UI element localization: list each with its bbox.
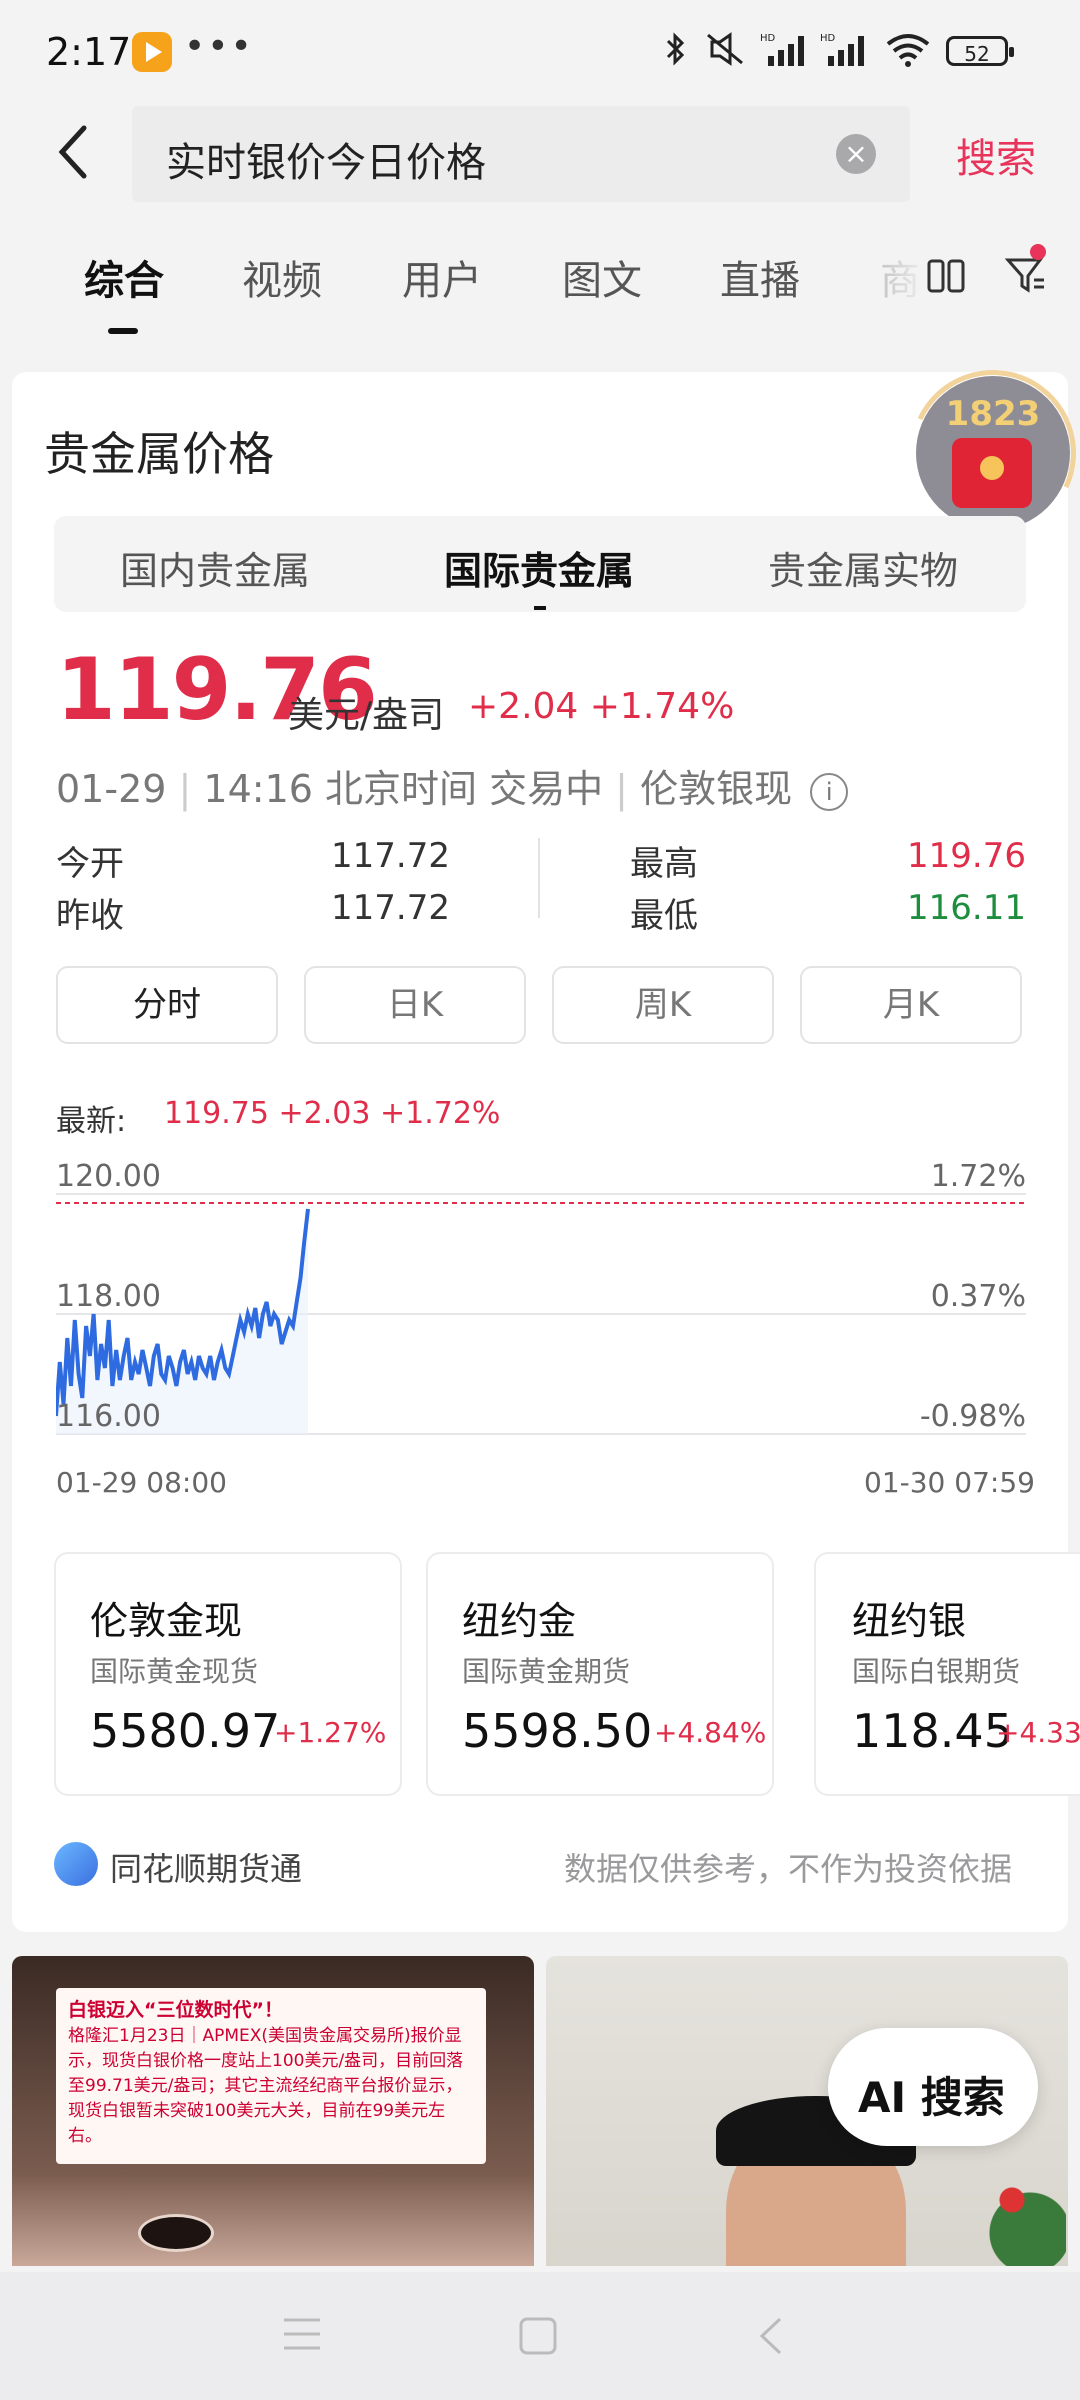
battery-icon: 52	[946, 36, 1014, 66]
x-axis-start: 01-29 08:00	[56, 1466, 227, 1499]
quote-time: 14:16 北京时间 交易中	[203, 767, 604, 811]
instrument-name: 伦敦银现	[640, 767, 793, 811]
y-tick-right: -0.98%	[920, 1399, 1026, 1434]
red-envelope-reward[interactable]: 1823	[886, 346, 1080, 560]
mini-subtitle: 国际黄金现货	[90, 1655, 259, 1688]
market-segment-control: 国内贵金属 国际贵金属 贵金属实物	[54, 516, 1026, 612]
news-overlay: 白银迈入“三位数时代”！ 格隆汇1月23日｜APMEX(美国贵金属交易所)报价显…	[56, 1988, 486, 2164]
disclaimer: 数据仅供参考，不作为投资依据	[564, 1850, 1013, 1888]
latest-label: 最新:	[56, 1104, 127, 1139]
bluetooth-icon	[660, 32, 690, 74]
search-input[interactable]: 实时银价今日价格 ×	[132, 106, 910, 202]
plant-image	[976, 2156, 1066, 2266]
svg-text:HD: HD	[820, 33, 836, 44]
mini-change: +4.84%	[654, 1716, 767, 1749]
system-nav-bar	[0, 2272, 1080, 2400]
signal-icon: HD	[760, 32, 812, 76]
status-time: 2:17	[46, 30, 132, 74]
latest-value: 119.75 +2.03 +1.72%	[164, 1096, 501, 1131]
app-notification-icon	[132, 32, 172, 72]
high-value: 119.76	[907, 836, 1026, 876]
menu-icon[interactable]	[282, 2316, 322, 2352]
tab-indicator	[108, 328, 138, 334]
segment-physical[interactable]: 贵金属实物	[768, 540, 958, 595]
quote-meta: 01-29 | 14:16 北京时间 交易中 | 伦敦银现 i	[56, 758, 849, 813]
clear-icon[interactable]: ×	[836, 134, 876, 174]
price-change: +2.04 +1.74%	[468, 686, 735, 727]
info-icon[interactable]: i	[810, 772, 849, 811]
low-label: 最低	[630, 896, 698, 936]
y-tick-right: 0.37%	[931, 1279, 1026, 1314]
intraday-chart: 120.00 118.00 116.00 1.72% 0.37% -0.98%	[56, 1159, 1026, 1435]
tab-users[interactable]: 用户	[402, 248, 482, 306]
mini-card-ny-silver[interactable]: 纽约银 国际白银期货 118.45 +4.33	[814, 1552, 1080, 1796]
svg-text:HD: HD	[760, 33, 776, 44]
layout-toggle-icon[interactable]	[926, 256, 966, 296]
prev-close-label: 昨收	[56, 896, 124, 936]
mini-card-london-gold[interactable]: 伦敦金现 国际黄金现货 5580.97 +1.27%	[54, 1552, 402, 1796]
y-tick-right: 1.72%	[931, 1159, 1026, 1194]
filter-notification-dot	[1030, 244, 1046, 260]
feed-thumbnail-silver-news[interactable]: 白银迈入“三位数时代”！ 格隆汇1月23日｜APMEX(美国贵金属交易所)报价显…	[12, 1956, 534, 2266]
timeshare-tab[interactable]: 分时	[56, 966, 278, 1044]
mini-value: 118.45	[852, 1704, 1013, 1758]
tonghuashun-logo	[54, 1842, 98, 1886]
mini-title: 纽约金	[462, 1599, 577, 1643]
back-nav-icon[interactable]	[756, 2316, 786, 2356]
mini-card-ny-gold[interactable]: 纽约金 国际黄金期货 5598.50 +4.84%	[426, 1552, 774, 1796]
low-value: 116.11	[907, 888, 1026, 928]
mini-change: +4.33	[996, 1716, 1080, 1749]
news-headline: 白银迈入“三位数时代”！	[68, 1999, 283, 2021]
tab-comprehensive[interactable]: 综合	[84, 248, 164, 306]
weekly-k-tab[interactable]: 周K	[552, 966, 774, 1044]
more-notifications-icon: •••	[184, 26, 254, 67]
y-tick-left: 116.00	[56, 1399, 161, 1434]
segment-international[interactable]: 国际贵金属	[444, 540, 634, 595]
search-query: 实时银价今日价格	[166, 140, 486, 186]
quote-date: 01-29	[56, 767, 167, 811]
data-source[interactable]: 同花顺期货通	[110, 1844, 302, 1890]
mini-subtitle: 国际黄金期货	[462, 1655, 631, 1688]
status-bar: 2:17 ••• HD HD 52	[0, 0, 1080, 100]
price-unit: 美元/盎司	[288, 695, 445, 736]
tab-fade	[870, 240, 930, 310]
segment-indicator	[534, 606, 546, 610]
signal-icon-2: HD	[820, 32, 872, 76]
y-tick-left: 120.00	[56, 1159, 161, 1194]
home-icon[interactable]	[518, 2316, 558, 2356]
daily-k-tab[interactable]: 日K	[304, 966, 526, 1044]
mini-title: 纽约银	[852, 1599, 967, 1643]
mute-icon	[704, 32, 748, 74]
ai-search-label: AI 搜索	[858, 2073, 1005, 2122]
high-label: 最高	[630, 844, 698, 884]
tab-posts[interactable]: 图文	[562, 248, 642, 306]
open-value: 117.72	[331, 836, 450, 876]
tab-live[interactable]: 直播	[720, 248, 800, 306]
open-label: 今开	[56, 844, 124, 884]
face-image	[138, 2214, 214, 2252]
y-tick-left: 118.00	[56, 1279, 161, 1314]
mini-change: +1.27%	[274, 1716, 387, 1749]
x-axis-end: 01-30 07:59	[864, 1466, 1035, 1499]
tab-video[interactable]: 视频	[242, 248, 322, 306]
mini-title: 伦敦金现	[90, 1599, 243, 1643]
monthly-k-tab[interactable]: 月K	[800, 966, 1022, 1044]
back-arrow-icon	[58, 125, 87, 179]
news-body: 格隆汇1月23日｜APMEX(美国贵金属交易所)报价显示，现货白银价格一度站上1…	[68, 2026, 464, 2146]
reward-count: 1823	[945, 394, 1041, 434]
search-button[interactable]: 搜索	[956, 126, 1036, 184]
mini-value: 5580.97	[90, 1704, 281, 1758]
mini-value: 5598.50	[462, 1704, 653, 1758]
mini-subtitle: 国际白银期货	[852, 1655, 1021, 1688]
card-title: 贵金属价格	[44, 427, 274, 481]
wifi-icon	[884, 32, 932, 76]
back-button[interactable]	[52, 122, 96, 182]
stats-divider	[538, 838, 540, 918]
ai-search-button[interactable]: AI 搜索	[828, 2028, 1038, 2146]
red-envelope-icon	[952, 438, 1032, 508]
segment-domestic[interactable]: 国内贵金属	[120, 540, 310, 595]
prev-close-value: 117.72	[331, 888, 450, 928]
